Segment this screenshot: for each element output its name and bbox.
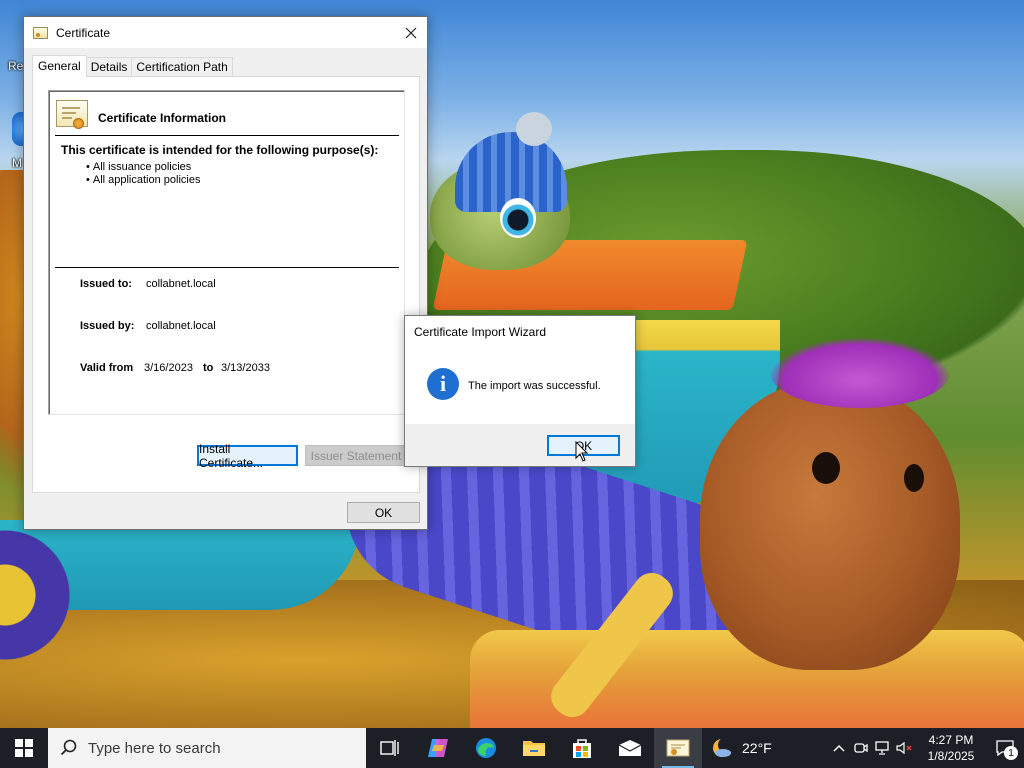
- file-explorer-icon: [523, 741, 545, 756]
- dialog-title: Certificate Import Wizard: [414, 325, 547, 339]
- mail-icon: [618, 740, 642, 756]
- issuer-statement-button[interactable]: Issuer Statement: [305, 445, 407, 466]
- camera-icon: [854, 743, 868, 753]
- network-button[interactable]: [872, 728, 894, 768]
- wallpaper-guinea-pig-eye: [812, 452, 840, 484]
- copilot-icon: [428, 739, 448, 757]
- valid-to-value: 3/13/2033: [221, 362, 270, 374]
- issued-to-label: Issued to:: [80, 278, 132, 290]
- certificate-window: Certificate General Details Certificatio…: [23, 16, 428, 530]
- desktop-icon-label[interactable]: M: [12, 156, 22, 170]
- wallpaper-guinea-pig-hair: [770, 338, 950, 408]
- search-placeholder: Type here to search: [88, 739, 221, 757]
- dialog-message: The import was successful.: [468, 380, 601, 392]
- certificate-app-icon: [666, 739, 690, 757]
- chevron-up-icon: [833, 744, 845, 752]
- wallpaper-guinea-pig: [700, 380, 960, 670]
- valid-from-value: 3/16/2023: [144, 362, 193, 374]
- weather-widget[interactable]: 22°F: [710, 736, 772, 760]
- ok-button[interactable]: OK: [347, 502, 420, 523]
- edge-icon: [476, 738, 496, 758]
- certificate-import-wizard-dialog: Certificate Import Wizard i The import w…: [404, 315, 636, 467]
- show-hidden-icons-button[interactable]: [828, 728, 850, 768]
- issued-by-value: collabnet.local: [146, 320, 216, 332]
- mail-button[interactable]: [606, 728, 654, 768]
- divider: [55, 135, 399, 136]
- wallpaper-turtle-eye: [500, 198, 536, 238]
- task-view-icon: [380, 740, 399, 756]
- desktop-icon-label[interactable]: Re: [8, 59, 23, 73]
- wallpaper-guinea-pig-eye: [904, 464, 924, 492]
- information-icon: i: [427, 368, 459, 400]
- volume-muted-icon: [896, 741, 912, 755]
- microsoft-store-button[interactable]: [558, 728, 606, 768]
- taskbar-clock[interactable]: 4:27 PM 1/8/2025: [916, 732, 986, 764]
- window-title: Certificate: [56, 25, 111, 40]
- start-button[interactable]: [0, 728, 48, 768]
- certificate-info-box: Certificate Information This certificate…: [48, 90, 405, 415]
- close-icon: [405, 27, 417, 38]
- title-bar[interactable]: Certificate: [24, 17, 427, 48]
- windows-logo-icon: [15, 739, 33, 757]
- meet-now-button[interactable]: [850, 728, 872, 768]
- taskbar: Type here to search 22°F 4:27 PM 1/8/202…: [0, 728, 1024, 768]
- certificate-app-button[interactable]: [654, 728, 702, 768]
- task-view-button[interactable]: [366, 728, 414, 768]
- search-icon: [60, 739, 77, 756]
- dialog-footer: OK: [405, 424, 635, 466]
- tab-general[interactable]: General: [32, 55, 87, 77]
- mouse-pointer-icon: [575, 441, 589, 462]
- file-explorer-button[interactable]: [510, 728, 558, 768]
- purpose-heading: This certificate is intended for the fol…: [61, 143, 379, 157]
- general-tab-panel: Certificate Information This certificate…: [32, 76, 420, 493]
- install-certificate-button[interactable]: Install Certificate...: [197, 442, 298, 470]
- clock-time: 4:27 PM: [928, 733, 974, 747]
- copilot-button[interactable]: [414, 728, 462, 768]
- issued-to-value: collabnet.local: [146, 278, 216, 290]
- purpose-list: All issuance policies All application po…: [86, 161, 201, 187]
- clock-date: 1/8/2025: [927, 749, 975, 763]
- notification-count-badge: 1: [1004, 746, 1018, 760]
- notification-center-button[interactable]: 1: [986, 728, 1024, 768]
- purpose-item: All application policies: [86, 174, 201, 187]
- store-icon: [573, 739, 591, 758]
- certificate-info-title: Certificate Information: [98, 111, 227, 125]
- volume-button[interactable]: [894, 728, 916, 768]
- certificate-icon: [33, 26, 48, 39]
- certificate-info-icon: [56, 100, 88, 129]
- tab-strip: General Details Certification Path: [32, 55, 233, 77]
- valid-from-label: Valid from: [80, 362, 134, 374]
- weather-temperature: 22°F: [742, 740, 772, 756]
- system-tray: 4:27 PM 1/8/2025 1: [828, 728, 1024, 768]
- tab-certification-path[interactable]: Certification Path: [131, 57, 233, 77]
- divider: [55, 267, 399, 268]
- tab-details[interactable]: Details: [85, 57, 133, 77]
- valid-to-label: to: [203, 362, 214, 374]
- edge-button[interactable]: [462, 728, 510, 768]
- wallpaper-turtle-pompom: [516, 112, 552, 146]
- taskbar-search-box[interactable]: Type here to search: [48, 728, 366, 768]
- network-icon: [875, 741, 889, 755]
- weather-moon-icon: [713, 737, 734, 757]
- issued-by-label: Issued by:: [80, 320, 135, 332]
- purpose-item: All issuance policies: [86, 161, 200, 174]
- close-button[interactable]: [395, 17, 427, 48]
